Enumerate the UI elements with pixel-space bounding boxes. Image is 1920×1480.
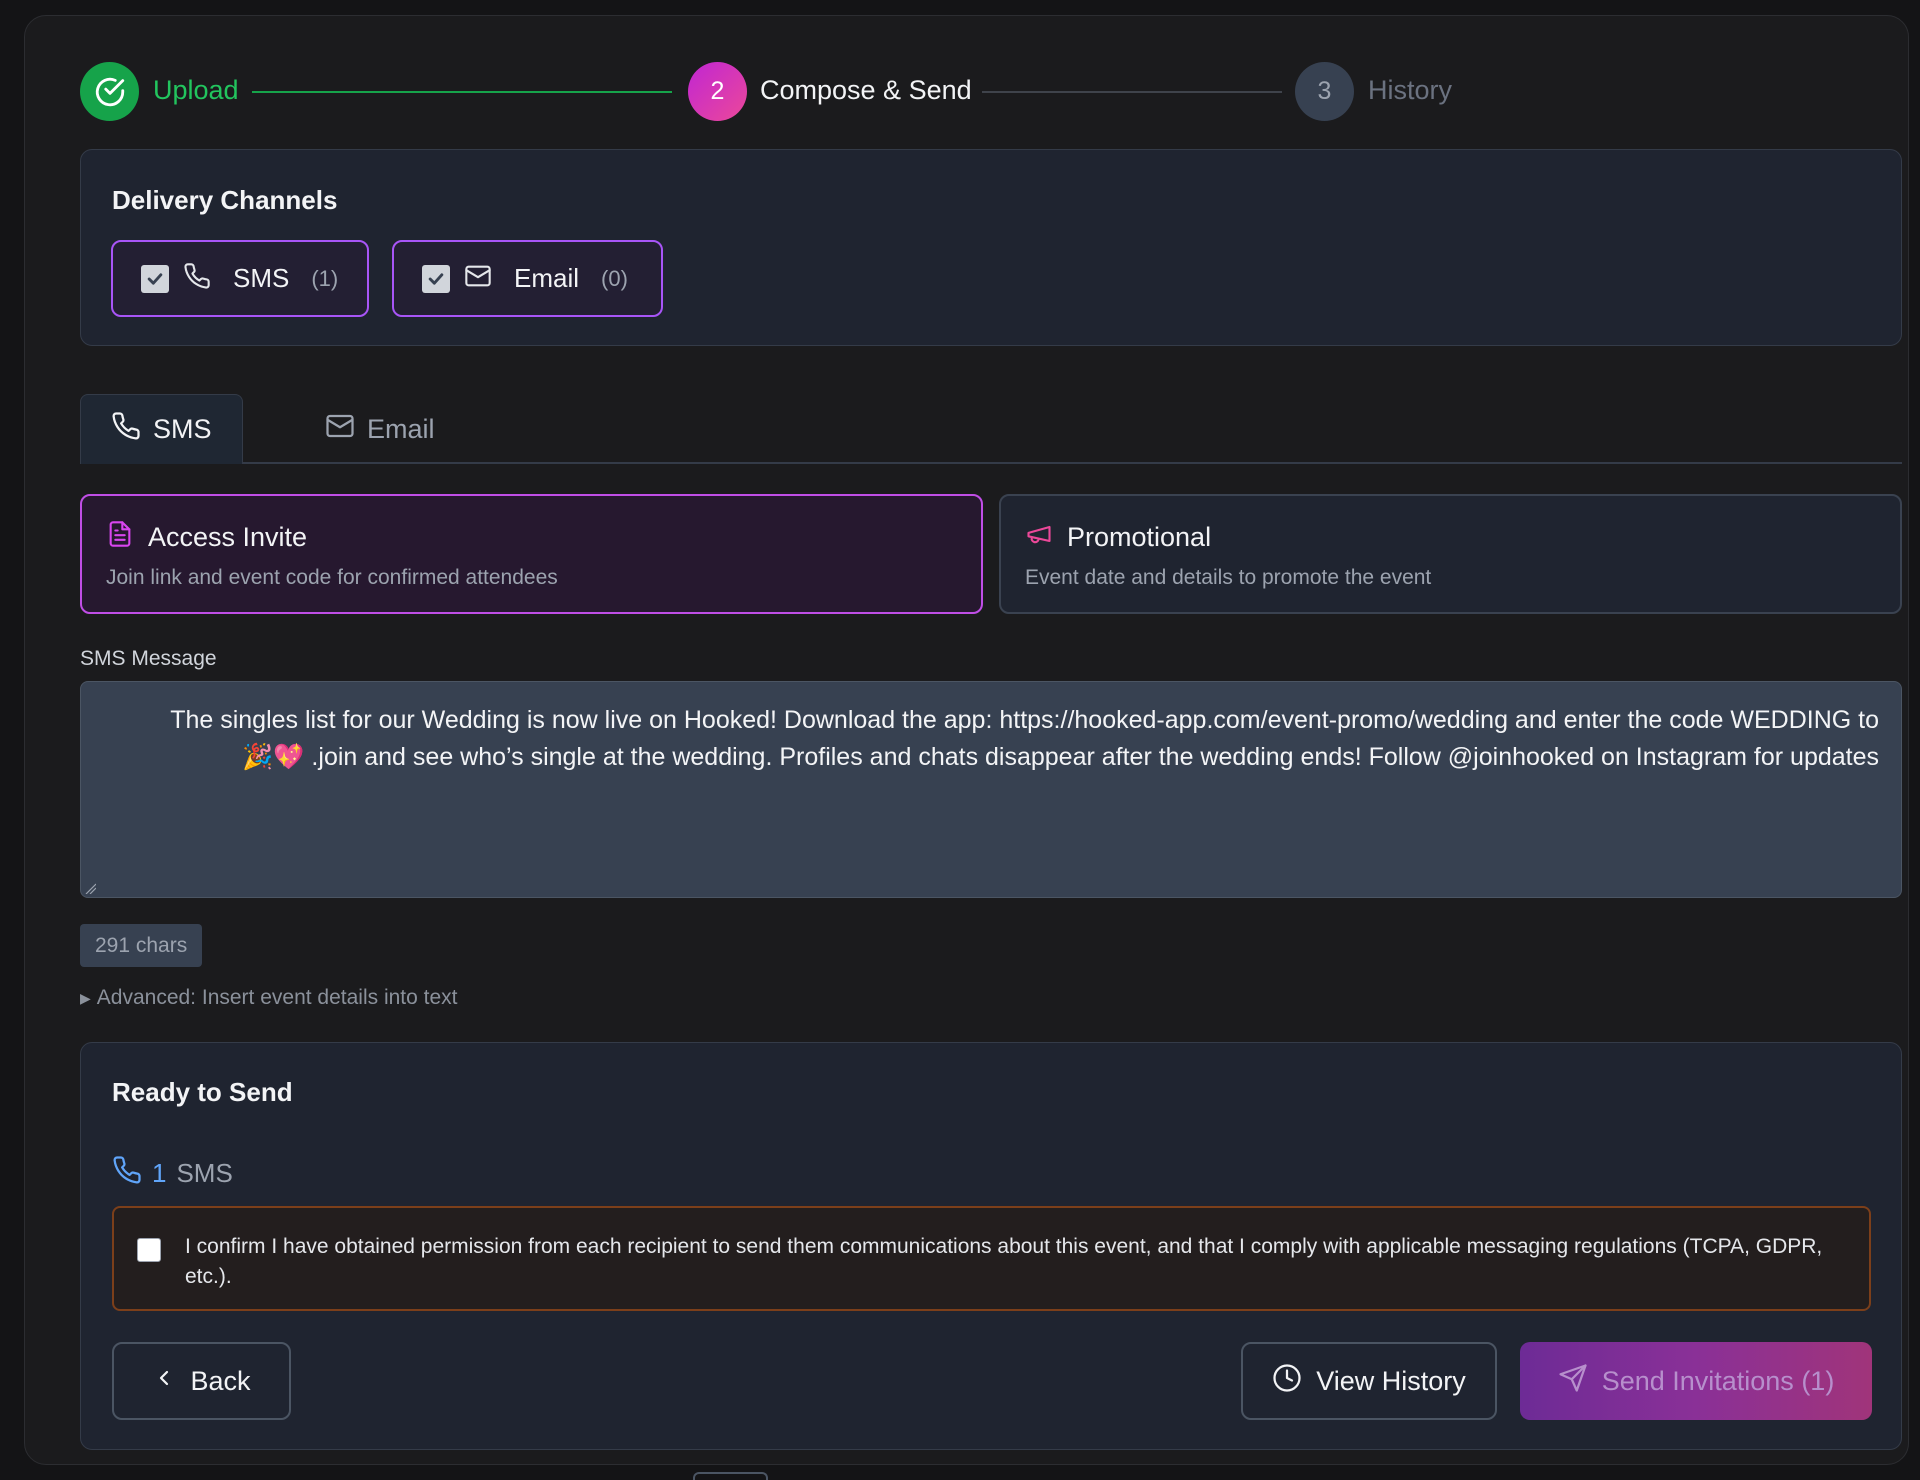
message-tabs: SMS Email	[80, 394, 1902, 464]
step-connector	[982, 91, 1282, 93]
template-access-invite[interactable]: Access Invite Join link and event code f…	[80, 494, 983, 614]
sms-channel-count: (1)	[311, 265, 339, 291]
email-channel-label: Email	[514, 263, 580, 293]
view-history-button[interactable]: View History	[1241, 1342, 1497, 1420]
tab-sms[interactable]: SMS	[80, 394, 243, 464]
consent-checkbox[interactable]	[137, 1238, 161, 1262]
send-invitations-button[interactable]: Send Invitations (1)	[1520, 1342, 1872, 1420]
triangle-right-icon: ▶	[80, 989, 91, 1006]
phone-icon	[112, 1155, 142, 1192]
back-button[interactable]: Back	[112, 1342, 291, 1420]
clock-icon	[1272, 1363, 1302, 1400]
document-icon	[106, 520, 134, 555]
tab-sms-label: SMS	[153, 414, 212, 444]
tab-email-label: Email	[367, 413, 435, 444]
send-icon	[1558, 1363, 1588, 1400]
step-connector	[252, 91, 672, 93]
view-history-label: View History	[1316, 1365, 1466, 1396]
sms-recipient-count: 1	[152, 1158, 167, 1188]
template-description: Event date and details to promote the ev…	[1025, 566, 1432, 589]
mail-icon	[464, 262, 492, 295]
step-compose-number: 2	[688, 62, 747, 121]
sms-message-text: The singles list for our Wedding is now …	[170, 706, 1879, 771]
consent-text: I confirm I have obtained permission fro…	[185, 1235, 1823, 1288]
template-description: Join link and event code for confirmed a…	[106, 566, 558, 589]
sms-checkbox[interactable]	[141, 264, 169, 293]
phone-icon	[111, 411, 141, 448]
stepper: Upload 2 Compose & Send 3 History	[80, 62, 1480, 122]
sms-channel-label: SMS	[233, 263, 290, 293]
channel-toggle-sms[interactable]: SMS (1)	[111, 240, 369, 317]
advanced-label: Advanced: Insert event details into text	[96, 986, 458, 1009]
template-promotional[interactable]: Promotional Event date and details to pr…	[999, 494, 1902, 614]
tab-email[interactable]: Email	[295, 394, 465, 464]
delivery-channels-card: Delivery Channels SMS (1) Email (0)	[80, 149, 1902, 346]
advanced-insert-toggle[interactable]: ▶ Advanced: Insert event details into te…	[80, 986, 458, 1010]
sms-message-textarea[interactable]: The singles list for our Wedding is now …	[80, 681, 1902, 898]
email-channel-count: (0)	[601, 265, 628, 291]
ready-to-send-title: Ready to Send	[112, 1077, 293, 1107]
chevron-left-icon	[152, 1366, 176, 1397]
step-upload-label: Upload	[153, 75, 239, 105]
email-checkbox[interactable]	[422, 264, 450, 293]
compose-panel: Upload 2 Compose & Send 3 History Delive…	[24, 15, 1909, 1465]
bottom-handle	[693, 1472, 768, 1480]
ready-to-send-card: Ready to Send 1 SMS I confirm I have obt…	[80, 1042, 1902, 1450]
step-history-number: 3	[1295, 62, 1354, 121]
sms-message-label: SMS Message	[80, 647, 217, 670]
phone-icon	[183, 262, 211, 295]
template-title: Promotional	[1067, 522, 1212, 552]
template-title: Access Invite	[148, 522, 308, 552]
char-count-badge: 291 chars	[80, 924, 203, 967]
step-upload-complete-icon	[80, 62, 139, 121]
delivery-channels-title: Delivery Channels	[112, 185, 338, 215]
sms-summary-label: SMS	[176, 1158, 233, 1188]
mail-icon	[325, 411, 355, 448]
channel-toggle-email[interactable]: Email (0)	[392, 240, 663, 317]
sms-summary: 1 SMS	[112, 1155, 233, 1192]
megaphone-icon	[1025, 520, 1053, 555]
back-label: Back	[190, 1365, 251, 1396]
send-invitations-label: Send Invitations (1)	[1601, 1365, 1835, 1396]
step-compose-label: Compose & Send	[760, 75, 972, 105]
resize-handle-icon[interactable]	[84, 882, 96, 894]
step-history-label: History	[1368, 75, 1453, 105]
consent-box: I confirm I have obtained permission fro…	[112, 1206, 1871, 1311]
